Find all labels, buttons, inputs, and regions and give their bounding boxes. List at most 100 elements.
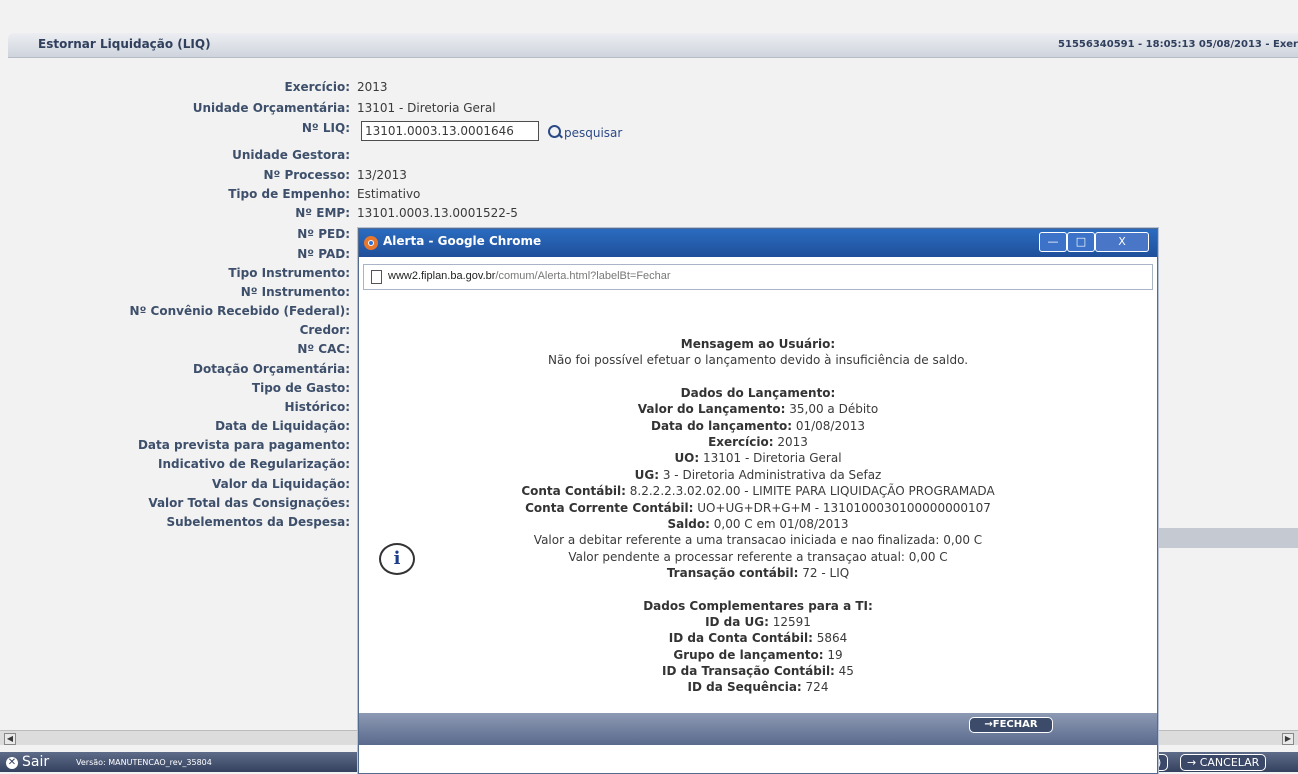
- message-line-text: 19: [823, 648, 843, 662]
- form-row: Nº LIQ:: [0, 121, 350, 139]
- page-icon: [371, 270, 382, 284]
- message-area: i Mensagem ao Usuário: Não foi possível e…: [359, 291, 1157, 711]
- message-line-text: 3 - Diretoria Administrativa da Sefaz: [659, 468, 882, 482]
- form-label: Nº PAD:: [297, 247, 350, 261]
- liq-number-input[interactable]: 13101.0003.13.0001646: [361, 121, 539, 141]
- form-label: Tipo Instrumento:: [228, 266, 350, 280]
- form-label: Credor:: [299, 323, 350, 337]
- form-row: Histórico:: [0, 400, 350, 418]
- session-info: 51556340591 - 18:05:13 05/08/2013 - Exer: [1058, 39, 1298, 50]
- maximize-icon[interactable]: □: [1067, 232, 1095, 252]
- message-line: Dados do Lançamento:: [359, 386, 1157, 400]
- chrome-title-bar[interactable]: Alerta - Google Chrome — □ X: [359, 229, 1157, 257]
- form-row: Credor:: [0, 323, 350, 341]
- form-value: 2013: [357, 80, 388, 94]
- message-line: ID da UG: 12591: [359, 615, 1157, 629]
- form-label: Indicativo de Regularização:: [157, 457, 350, 471]
- message-line-key: Data do lançamento:: [651, 419, 793, 433]
- form-label: Nº CAC:: [297, 342, 350, 356]
- message-line: UG: 3 - Diretoria Administrativa da Sefa…: [359, 468, 1157, 482]
- message-line-text: 8.2.2.2.3.02.02.00 - LIMITE PARA LIQUIDA…: [625, 484, 995, 498]
- address-bar[interactable]: www2.fiplan.ba.gov.br/comum/Alerta.html?…: [363, 264, 1153, 290]
- form-row: Nº Instrumento:: [0, 285, 350, 303]
- version-label: Versão: MANUTENCAO_rev_35804: [76, 758, 212, 767]
- form-row: Exercício: 2013: [0, 80, 388, 98]
- form-row: Valor da Liquidação:: [0, 477, 350, 495]
- form-label: Nº Instrumento:: [240, 285, 350, 299]
- message-line: ID da Sequência: 724: [359, 680, 1157, 694]
- message-line-text: 72 - LIQ: [798, 566, 850, 580]
- cancel-button[interactable]: → CANCELAR: [1180, 754, 1267, 771]
- form-row: Unidade Gestora:: [0, 148, 350, 166]
- message-line: Valor pendente a processar referente a t…: [359, 550, 1157, 564]
- form-row: Tipo de Empenho: Estimativo: [0, 187, 420, 205]
- message-line: Grupo de lançamento: 19: [359, 648, 1157, 662]
- form-label: Nº PED:: [297, 227, 350, 241]
- scroll-right-arrow-icon[interactable]: ▶: [1282, 733, 1294, 745]
- scroll-left-arrow-icon[interactable]: ◀: [4, 733, 16, 745]
- form-label: Exercício:: [284, 80, 351, 94]
- form-row: Tipo Instrumento:: [0, 266, 350, 284]
- exit-button[interactable]: ✕ Sair: [6, 754, 49, 770]
- form-row: Nº PED:: [0, 227, 350, 245]
- form-value: 13101 - Diretoria Geral: [357, 101, 496, 115]
- form-label: Tipo de Empenho:: [228, 187, 350, 201]
- message-line: Conta Contábil: 8.2.2.2.3.02.02.00 - LIM…: [359, 484, 1157, 498]
- exit-label: Sair: [22, 754, 50, 770]
- form-row: Dotação Orçamentária:: [0, 362, 350, 380]
- magnifier-icon: [548, 125, 561, 138]
- message-line: Data do lançamento: 01/08/2013: [359, 419, 1157, 433]
- close-dialog-button[interactable]: →FECHAR: [969, 717, 1053, 733]
- message-line: ID da Transação Contábil: 45: [359, 664, 1157, 678]
- dialog-footer: →FECHAR: [359, 713, 1157, 745]
- close-icon[interactable]: X: [1095, 232, 1149, 252]
- message-line-text: 35,00 a Débito: [785, 402, 879, 416]
- message-line-text: UO+UG+DR+G+M - 1310100030100000000107: [693, 501, 991, 515]
- form-row: Nº PAD:: [0, 247, 350, 265]
- message-line-text: 724: [801, 680, 829, 694]
- form-row: Nº EMP: 13101.0003.13.0001522-5: [0, 206, 518, 224]
- message-line: Transação contábil: 72 - LIQ: [359, 566, 1157, 580]
- message-line-key: ID da Conta Contábil:: [668, 631, 813, 645]
- form-label: Valor da Liquidação:: [212, 477, 350, 491]
- message-line-text: 01/08/2013: [792, 419, 865, 433]
- minimize-icon[interactable]: —: [1039, 232, 1067, 252]
- message-line-key: ID da UG:: [705, 615, 769, 629]
- form-row: Unidade Orçamentária: 13101 - Diretoria G…: [0, 101, 496, 119]
- form-label: Subelementos da Despesa:: [166, 515, 350, 529]
- form-label: Valor Total das Consignações:: [148, 496, 350, 510]
- form-label: Nº Processo:: [263, 168, 350, 182]
- form-value: Estimativo: [357, 187, 421, 201]
- form-row: Data de Liquidação:: [0, 419, 350, 437]
- message-line: ID da Conta Contábil: 5864: [359, 631, 1157, 645]
- section-header-strip: [1152, 528, 1298, 548]
- message-line: Valor do Lançamento: 35,00 a Débito: [359, 402, 1157, 416]
- message-line-key: ID da Transação Contábil:: [662, 664, 835, 678]
- form-value: 13/2013: [357, 168, 407, 182]
- form-label: Tipo de Gasto:: [251, 381, 350, 395]
- search-link[interactable]: pesquisar: [548, 124, 622, 140]
- form-row: Nº CAC:: [0, 342, 350, 360]
- form-label: Unidade Orçamentária:: [192, 101, 350, 115]
- message-line-text: Valor a debitar referente a uma transaca…: [533, 533, 983, 547]
- message-line-key: Valor do Lançamento:: [637, 402, 786, 416]
- message-line-key: Conta Corrente Contábil:: [525, 501, 694, 515]
- message-line: Não foi possível efetuar o lançamento de…: [359, 353, 1157, 367]
- url-host: www2.fiplan.ba.gov.br: [388, 270, 496, 282]
- form-label: Data prevista para pagamento:: [137, 438, 350, 452]
- search-label: pesquisar: [564, 126, 623, 140]
- message-line-key: Exercício:: [708, 435, 774, 449]
- form-label: Unidade Gestora:: [232, 148, 350, 162]
- form-row: Nº Processo: 13/2013: [0, 168, 406, 186]
- message-line: Mensagem ao Usuário:: [359, 337, 1157, 351]
- message-line-key: ID da Sequência:: [687, 680, 802, 694]
- form-label: Nº Convênio Recebido (Federal):: [129, 304, 350, 318]
- form-row: Indicativo de Regularização:: [0, 457, 350, 475]
- message-line-key: UO:: [674, 451, 700, 465]
- page-header: Estornar Liquidação (LIQ) 51556340591 - …: [8, 33, 1298, 58]
- message-line: UO: 13101 - Diretoria Geral: [359, 451, 1157, 465]
- form-label: Data de Liquidação:: [215, 419, 350, 433]
- message-line-key: UG:: [634, 468, 660, 482]
- message-line-text: 13101 - Diretoria Geral: [699, 451, 842, 465]
- window-title: Alerta - Google Chrome: [383, 234, 542, 248]
